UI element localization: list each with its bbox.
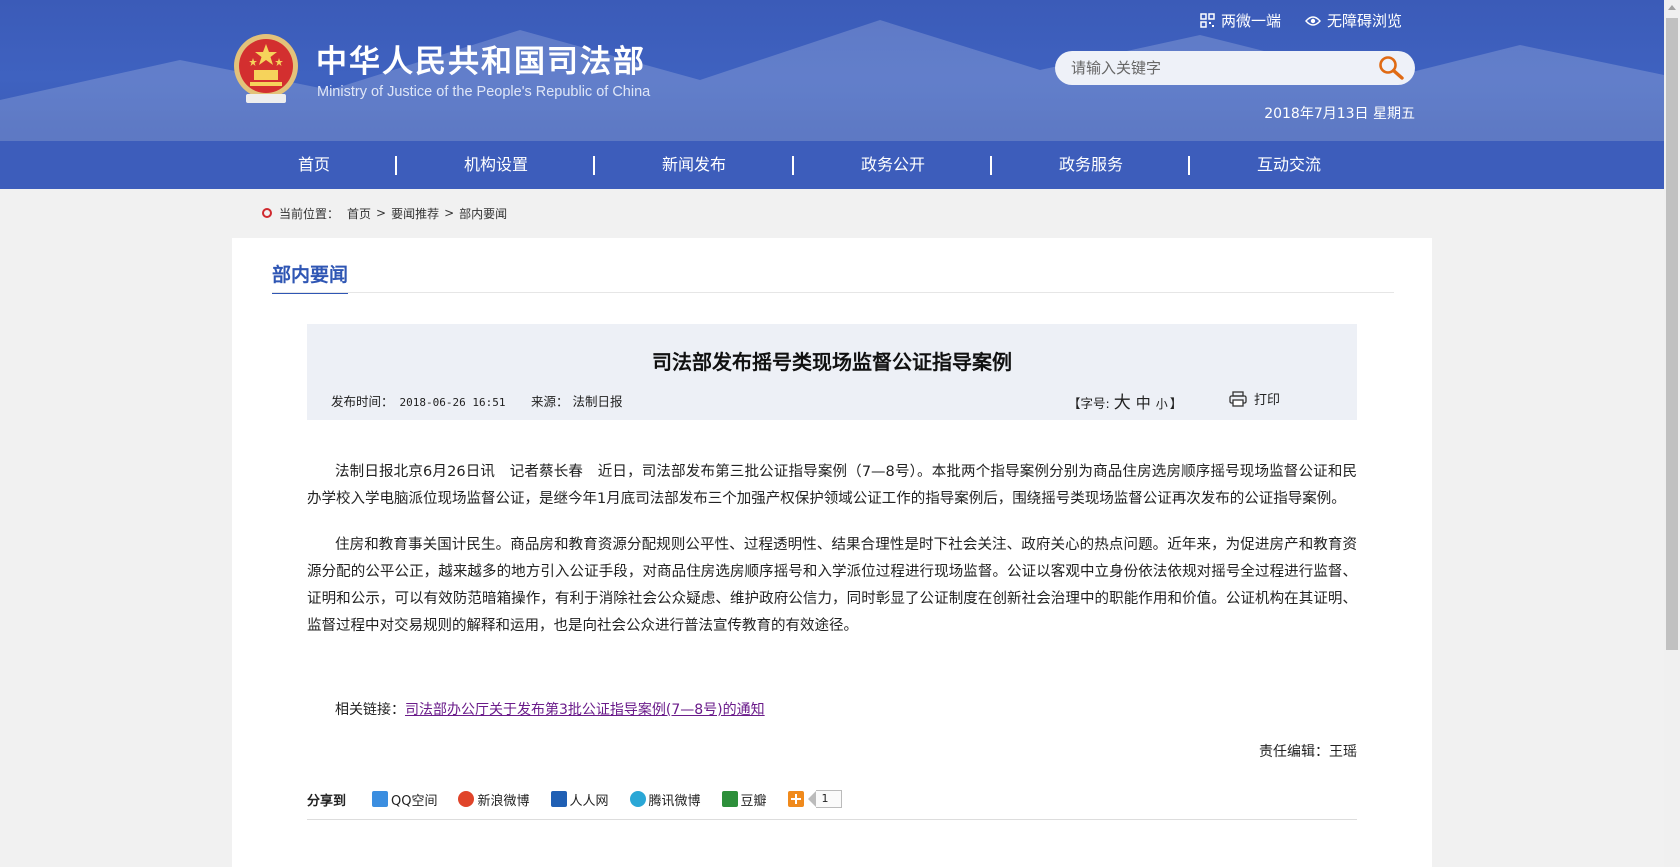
qzone-icon — [372, 791, 389, 807]
section-heading: 部内要闻 — [272, 260, 349, 294]
breadcrumb-recommended-news[interactable]: 要闻推荐 — [391, 205, 439, 222]
current-date: 2018年7月13日 星期五 — [1264, 106, 1415, 122]
two-micro-one-end-link[interactable]: 两微一端 — [1200, 10, 1281, 31]
heading-divider — [272, 292, 1394, 293]
site-subtitle: Ministry of Justice of the People's Repu… — [317, 84, 651, 100]
site-header: 中华人民共和国司法部 Ministry of Justice of the Pe… — [0, 0, 1664, 141]
responsible-editor: 责任编辑：王瑶 — [1259, 744, 1357, 760]
printer-icon — [1229, 390, 1247, 407]
font-size-control: 【字号: 大 中 小 】 — [1068, 388, 1182, 413]
related-links: 相关链接：司法部办公厅关于发布第3批公证指导案例(7—8号)的通知 — [335, 699, 765, 719]
share-bar: 分享到 QQ空间 新浪微博 人人网 腾讯微博 豆瓣 1 — [307, 783, 1357, 815]
two-micro-one-end-label: 两微一端 — [1221, 12, 1282, 30]
source-label: 来源： — [531, 394, 569, 409]
nav-separator — [792, 156, 794, 175]
share-tencent-weibo-button[interactable]: 腾讯微博 — [629, 790, 701, 809]
nav-separator — [1188, 156, 1190, 175]
breadcrumb-home[interactable]: 首页 — [347, 205, 371, 222]
font-size-small-button[interactable]: 小 — [1156, 395, 1168, 412]
nav-item-interaction[interactable]: 互动交流 — [1209, 141, 1369, 189]
search-box — [1055, 51, 1415, 85]
nav-item-home[interactable]: 首页 — [234, 141, 394, 189]
eye-icon — [1305, 15, 1321, 26]
nav-item-news-release[interactable]: 新闻发布 — [614, 141, 774, 189]
search-input[interactable] — [1069, 58, 1373, 78]
font-size-close: 】 — [1169, 396, 1183, 411]
weibo-icon — [458, 791, 475, 807]
share-douban-button[interactable]: 豆瓣 — [721, 790, 767, 809]
publish-time: 发布时间： 2018-06-26 16:51 — [331, 391, 505, 410]
share-weibo-label: 新浪微博 — [477, 793, 530, 809]
location-dot-icon — [262, 208, 272, 218]
share-weibo-button[interactable]: 新浪微博 — [458, 790, 530, 809]
article-source: 来源： 法制日报 — [531, 391, 623, 410]
share-more-button[interactable] — [787, 791, 804, 807]
nav-separator — [395, 156, 397, 175]
nav-separator — [593, 156, 595, 175]
share-qzone-label: QQ空间 — [391, 793, 438, 809]
breadcrumb-ministry-news[interactable]: 部内要闻 — [459, 205, 507, 222]
publish-time-value: 2018-06-26 16:51 — [399, 396, 506, 409]
tencent-weibo-icon — [629, 791, 646, 807]
font-size-large-button[interactable]: 大 — [1114, 388, 1131, 413]
search-icon[interactable] — [1377, 55, 1405, 81]
top-links: 两微一端 无障碍浏览 — [1200, 10, 1418, 32]
related-label: 相关链接： — [335, 702, 405, 718]
article-title: 司法部发布摇号类现场监督公证指导案例 — [652, 350, 1012, 374]
share-renren-label: 人人网 — [569, 793, 609, 809]
content-panel: 部内要闻 司法部发布摇号类现场监督公证指导案例 发布时间： 2018-06-26 … — [232, 238, 1432, 867]
accessibility-label: 无障碍浏览 — [1327, 12, 1403, 30]
plus-icon — [787, 791, 804, 807]
article-header: 司法部发布摇号类现场监督公证指导案例 发布时间： 2018-06-26 16:51… — [307, 324, 1357, 420]
national-emblem-logo — [234, 34, 298, 103]
nav-item-government-services[interactable]: 政务服务 — [1011, 141, 1171, 189]
douban-icon — [721, 791, 738, 807]
nav-item-government-affairs[interactable]: 政务公开 — [813, 141, 973, 189]
share-renren-button[interactable]: 人人网 — [550, 790, 609, 809]
article-paragraph: 法制日报北京6月26日讯 记者蔡长春 近日，司法部发布第三批公证指导案例（7—8… — [307, 464, 1357, 507]
print-label: 打印 — [1254, 393, 1281, 408]
share-count-badge: 1 — [807, 790, 842, 808]
page-scrollbar[interactable] — [1664, 0, 1680, 867]
publish-time-label: 发布时间： — [331, 394, 394, 409]
share-count: 1 — [815, 790, 842, 808]
accessibility-link[interactable]: 无障碍浏览 — [1305, 10, 1402, 31]
nav-item-organization[interactable]: 机构设置 — [416, 141, 576, 189]
scroll-up-arrow-icon[interactable] — [1668, 5, 1676, 10]
share-divider — [307, 819, 1357, 820]
font-size-medium-button[interactable]: 中 — [1136, 392, 1151, 413]
renren-icon — [550, 791, 567, 807]
scrollbar-thumb[interactable] — [1666, 18, 1678, 650]
breadcrumb-separator: > — [376, 206, 387, 220]
breadcrumb-prefix: 当前位置： — [279, 206, 340, 221]
share-qzone-button[interactable]: QQ空间 — [372, 790, 437, 809]
main-nav: 首页 机构设置 新闻发布 政务公开 政务服务 互动交流 — [0, 141, 1664, 189]
share-label: 分享到 — [307, 793, 347, 809]
share-douban-label: 豆瓣 — [740, 793, 767, 809]
font-size-label: 【字号: — [1068, 396, 1110, 411]
source-value: 法制日报 — [572, 394, 623, 409]
related-notice-link[interactable]: 司法部办公厅关于发布第3批公证指导案例(7—8号)的通知 — [405, 702, 765, 718]
share-tencent-weibo-label: 腾讯微博 — [648, 793, 701, 809]
breadcrumb-separator: > — [444, 206, 455, 220]
print-button[interactable]: 打印 — [1229, 389, 1280, 408]
nav-separator — [990, 156, 992, 175]
site-title[interactable]: 中华人民共和国司法部 — [316, 36, 646, 81]
qr-code-icon — [1200, 13, 1215, 28]
breadcrumb: 当前位置： 首页 > 要闻推荐 > 部内要闻 — [262, 205, 507, 221]
article-paragraph: 住房和教育事关国计民生。商品房和教育资源分配规则公平性、过程透明性、结果合理性是… — [307, 537, 1357, 634]
